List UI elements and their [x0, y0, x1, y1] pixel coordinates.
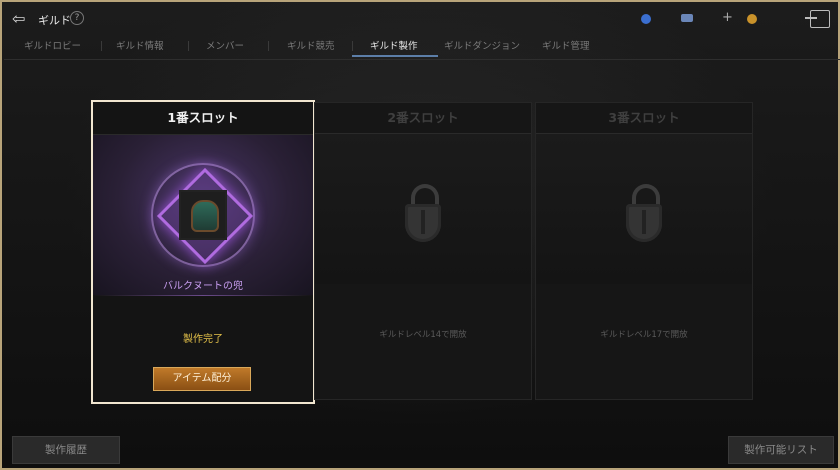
tab-guild-auction[interactable]: ギルド競売	[287, 38, 335, 52]
item-slot[interactable]	[179, 190, 227, 240]
divider	[93, 295, 313, 296]
tab-separator	[101, 41, 102, 51]
item-name: バルクヌートの兜	[163, 281, 243, 292]
lock-icon	[624, 184, 664, 244]
tab-guild-management[interactable]: ギルド管理	[542, 38, 590, 52]
blue-gem-icon	[641, 14, 651, 24]
crafting-slot-1[interactable]: 1番スロット バルクヌートの兜 製作完了 アイテム配分	[91, 100, 315, 404]
crafting-status: 製作完了	[183, 334, 223, 345]
distribute-item-button[interactable]: アイテム配分	[153, 367, 251, 391]
help-icon[interactable]: ?	[70, 11, 84, 25]
tab-guild-lobby[interactable]: ギルドロビー	[24, 38, 81, 52]
guild-window: ⇦ ギルド ? + ギルドロビー ギルド情報 メンバー ギルド競売 ギルド製作 …	[0, 0, 840, 470]
tab-guild-dungeon[interactable]: ギルドダンジョン	[444, 38, 520, 52]
tab-guild-info[interactable]: ギルド情報	[116, 38, 164, 52]
slot-body: ギルドレベル14で開放	[315, 134, 531, 399]
add-currency-button[interactable]: +	[722, 10, 733, 25]
craftable-list-button[interactable]: 製作可能リスト	[728, 436, 834, 464]
crafting-slot-2: 2番スロット ギルドレベル14で開放	[314, 102, 532, 400]
tab-members[interactable]: メンバー	[206, 38, 244, 52]
active-tab-indicator	[352, 55, 438, 57]
lock-icon	[403, 184, 443, 244]
crafting-history-button[interactable]: 製作履歴	[12, 436, 120, 464]
slot-title: 2番スロット	[315, 103, 531, 134]
slot-body: バルクヌートの兜 製作完了 アイテム配分	[93, 135, 313, 402]
tab-guild-crafting[interactable]: ギルド製作	[370, 38, 418, 52]
top-bar: ⇦ ギルド ? +	[4, 4, 840, 34]
tab-separator	[188, 41, 189, 51]
tab-bar: ギルドロビー ギルド情報 メンバー ギルド競売 ギルド製作 ギルドダンジョン ギ…	[4, 35, 840, 60]
slot-body: ギルドレベル17で開放	[536, 134, 752, 399]
diamond-icon	[681, 14, 693, 22]
slot-title: 1番スロット	[93, 102, 313, 135]
unlock-requirement: ギルドレベル14で開放	[379, 330, 467, 340]
tab-separator	[352, 41, 353, 51]
crafting-slot-3: 3番スロット ギルドレベル17で開放	[535, 102, 753, 400]
helmet-icon	[191, 200, 219, 232]
back-arrow-icon[interactable]: ⇦	[12, 10, 34, 28]
tab-separator	[268, 41, 269, 51]
gold-coin-icon	[747, 14, 757, 24]
page-title: ギルド	[38, 14, 71, 27]
unlock-requirement: ギルドレベル17で開放	[600, 330, 688, 340]
exit-icon[interactable]	[805, 10, 830, 28]
slot-title: 3番スロット	[536, 103, 752, 134]
